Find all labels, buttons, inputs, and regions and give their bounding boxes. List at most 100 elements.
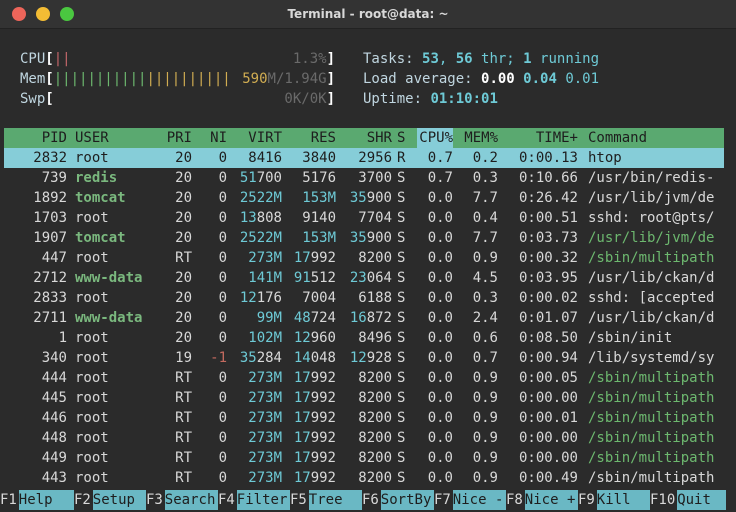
cell-cmd: sshd: root@pts/ (588, 210, 715, 226)
cell-pri: RT (175, 370, 192, 386)
cell-res: 91512 (293, 270, 336, 286)
fkey-f9[interactable]: F9 (578, 490, 595, 510)
cell-pri: 20 (175, 310, 192, 326)
cell-cpu: 0.0 (427, 470, 453, 486)
cell-mem: 0.4 (472, 210, 498, 226)
cell-cmd: /lib/systemd/sy (588, 350, 715, 366)
column-header-pid[interactable]: PID (4, 128, 67, 148)
cell-shr: 8200 (358, 450, 392, 466)
column-header-res[interactable]: RES (288, 128, 336, 148)
cell-shr: 12928 (349, 350, 392, 366)
cell-pri: RT (175, 410, 192, 426)
cell-shr: 23064 (349, 270, 392, 286)
fkey-f6[interactable]: F6 (362, 490, 379, 510)
cell-virt: 8416 (248, 150, 282, 166)
cell-mem: 0.9 (472, 450, 498, 466)
mem-meter-bar-cache: |||||||||| (146, 71, 231, 87)
cell-s: S (397, 470, 406, 486)
running-count: 1 (523, 51, 532, 67)
fkey-f8[interactable]: F8 (506, 490, 523, 510)
cell-time: 0:00.00 (518, 430, 578, 446)
fkey-search-button[interactable]: Search (164, 490, 218, 510)
cell-pid: 1907 (33, 230, 67, 246)
fkey-kill-button[interactable]: Kill (596, 490, 650, 510)
cell-s: S (397, 370, 406, 386)
tasks-summary: Tasks: 53, 56 thr; 1 running (363, 51, 600, 67)
cell-mem: 0.9 (472, 250, 498, 266)
cell-mem: 0.9 (472, 410, 498, 426)
cell-cpu: 0.0 (427, 290, 453, 306)
cell-cpu: 0.7 (427, 170, 453, 186)
cell-pid: 340 (41, 350, 67, 366)
cell-res: 17992 (293, 470, 336, 486)
swp-meter-value: 0K/0K (284, 91, 327, 107)
fkey-f2[interactable]: F2 (74, 490, 91, 510)
cell-virt: 102M (248, 330, 282, 346)
cell-user: tomcat (75, 230, 126, 246)
cell-mem: 0.9 (472, 470, 498, 486)
terminal-area[interactable]: CPU[|| 1.3%] Mem[||||||||||||||||||||| 5… (0, 29, 736, 512)
cell-pid: 446 (41, 410, 67, 426)
cell-ni: 0 (218, 470, 227, 486)
fkey-quit-button[interactable]: Quit (677, 490, 726, 510)
cell-pid: 2712 (33, 270, 67, 286)
cell-shr: 7704 (358, 210, 392, 226)
cell-res: 17992 (293, 250, 336, 266)
fkey-f10[interactable]: F10 (650, 490, 675, 510)
cell-ni: 0 (218, 210, 227, 226)
mem-meter-label: Mem (20, 71, 46, 87)
fkey-f7[interactable]: F7 (434, 490, 451, 510)
cell-virt: 141M (248, 270, 282, 286)
terminal-scrollbar[interactable] (726, 29, 734, 512)
fkey-nice-button[interactable]: Nice + (524, 490, 578, 510)
fkey-f5[interactable]: F5 (290, 490, 307, 510)
column-header-virt[interactable]: VIRT (232, 128, 282, 148)
cell-user: root (75, 430, 109, 446)
fkey-filter-button[interactable]: Filter (236, 490, 290, 510)
column-header-command[interactable]: Command (588, 128, 724, 148)
cell-cpu: 0.0 (427, 390, 453, 406)
fkey-sortby-button[interactable]: SortBy (380, 490, 434, 510)
cell-cpu: 0.0 (427, 270, 453, 286)
cell-s: S (397, 270, 406, 286)
load-15min: 0.01 (565, 71, 600, 87)
cell-cmd: /sbin/multipath (588, 450, 715, 466)
cell-pri: 20 (175, 270, 192, 286)
cell-ni: 0 (218, 150, 227, 166)
fkey-f4[interactable]: F4 (218, 490, 235, 510)
cell-cpu: 0.0 (427, 230, 453, 246)
cell-cpu: 0.7 (427, 150, 453, 166)
column-header-time[interactable]: TIME+ (508, 128, 578, 148)
cell-pid: 447 (41, 250, 67, 266)
cell-pri: RT (175, 250, 192, 266)
cell-ni: 0 (218, 390, 227, 406)
column-header-mem[interactable]: MEM% (461, 128, 498, 148)
cell-s: S (397, 230, 406, 246)
column-header-user[interactable]: USER (75, 128, 155, 148)
cell-pri: 20 (175, 170, 192, 186)
cell-cmd: htop (588, 150, 622, 166)
cell-shr: 35900 (349, 230, 392, 246)
cell-virt: 273M (248, 450, 282, 466)
column-header-ni[interactable]: NI (196, 128, 227, 148)
cell-ni: 0 (218, 230, 227, 246)
column-header-cpu[interactable]: CPU% (417, 128, 453, 148)
fkey-nice-button[interactable]: Nice - (452, 490, 506, 510)
cell-ni: 0 (218, 310, 227, 326)
fkey-tree-button[interactable]: Tree (308, 490, 362, 510)
fkey-setup-button[interactable]: Setup (92, 490, 146, 510)
cell-pid: 448 (41, 430, 67, 446)
fkey-f1[interactable]: F1 (0, 490, 17, 510)
column-header-pri[interactable]: PRI (150, 128, 192, 148)
cell-pid: 1703 (33, 210, 67, 226)
cell-cpu: 0.0 (427, 430, 453, 446)
cell-ni: 0 (218, 270, 227, 286)
column-header-shr[interactable]: SHR (340, 128, 392, 148)
cell-time: 0:00.94 (518, 350, 578, 366)
cell-user: root (75, 290, 109, 306)
cell-time: 0:00.00 (518, 390, 578, 406)
fkey-f3[interactable]: F3 (146, 490, 163, 510)
cell-cpu: 0.0 (427, 370, 453, 386)
fkey-help-button[interactable]: Help (18, 490, 74, 510)
column-header-s[interactable]: S (397, 128, 409, 148)
